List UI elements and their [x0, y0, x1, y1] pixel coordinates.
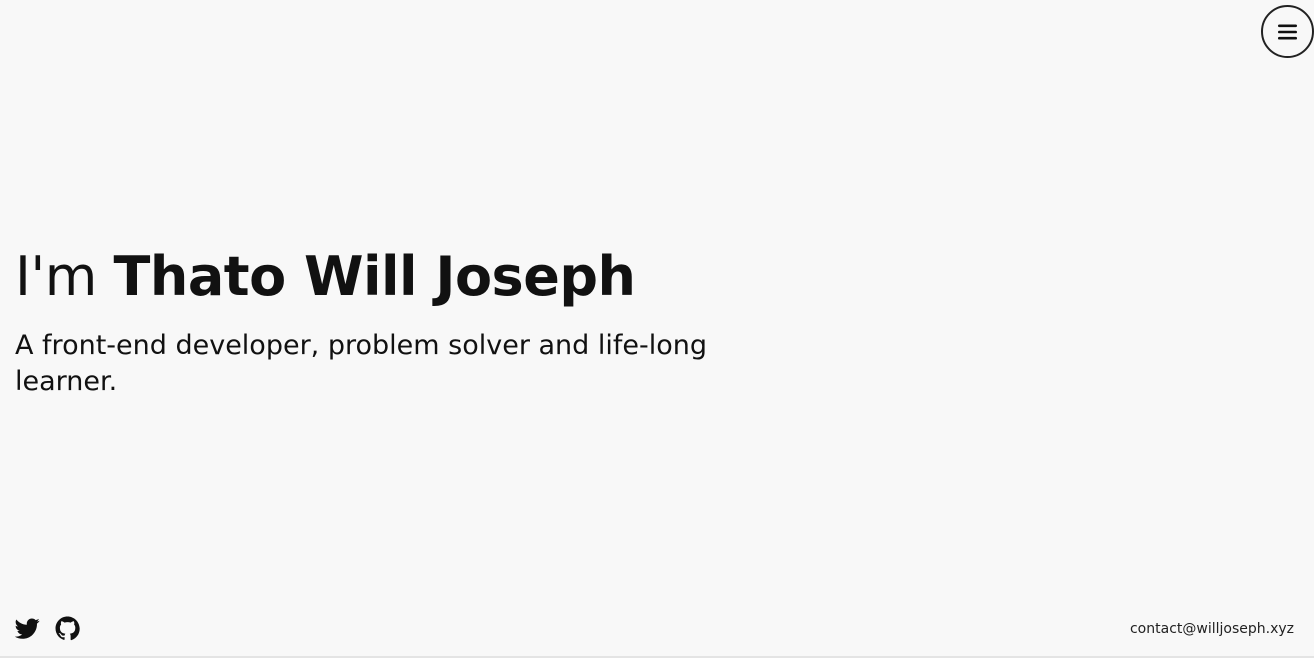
twitter-icon: [15, 616, 40, 641]
hero-title: I'm Thato Will Joseph: [15, 240, 755, 314]
github-icon: [55, 616, 80, 641]
github-link[interactable]: [55, 616, 80, 641]
contact-email-link[interactable]: contact@willjoseph.xyz: [1130, 620, 1294, 638]
twitter-link[interactable]: [15, 616, 40, 641]
hero-section: I'm Thato Will Joseph A front-end develo…: [15, 240, 755, 400]
hero-tagline: A front-end developer, problem solver an…: [15, 330, 708, 397]
hamburger-menu-icon: [1277, 23, 1299, 41]
menu-button[interactable]: [1261, 5, 1314, 58]
social-links: [15, 616, 80, 641]
hero-greeting: I'm: [15, 245, 114, 308]
hero-name: Thato Will Joseph: [113, 245, 636, 308]
